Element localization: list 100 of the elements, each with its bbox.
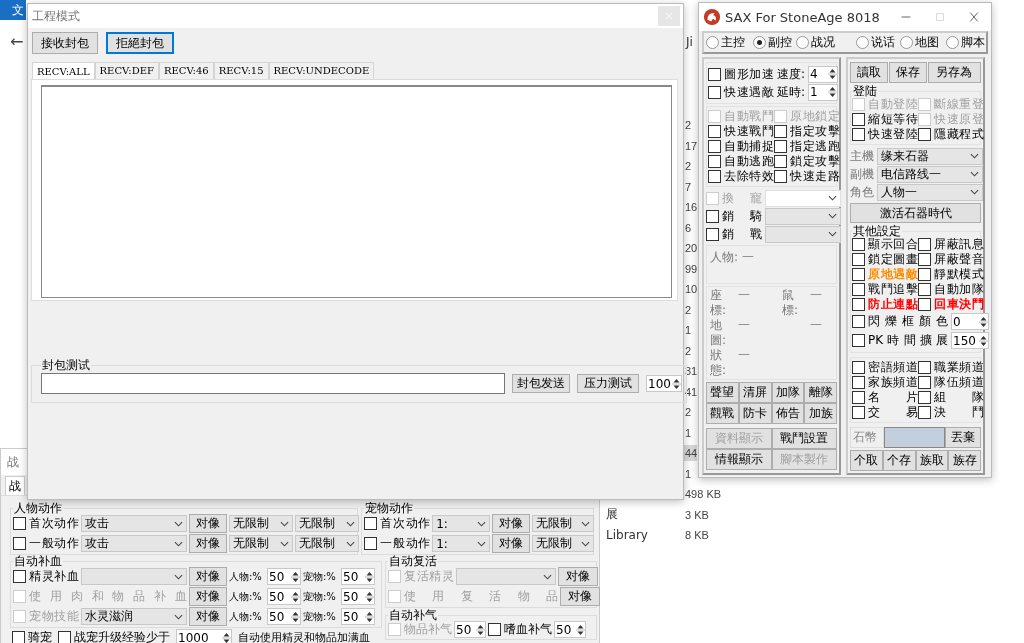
checkbox[interactable]: [852, 376, 865, 389]
checkbox[interactable]: [852, 361, 865, 374]
radio-button[interactable]: [856, 36, 869, 49]
dropdown[interactable]: 攻击: [81, 515, 187, 532]
dropdown[interactable]: 攻击: [81, 535, 187, 552]
action-button[interactable]: 加隊: [771, 382, 805, 403]
dropdown[interactable]: 1:: [432, 515, 491, 532]
target-button[interactable]: 对像: [492, 534, 531, 553]
column-header[interactable]: Ji: [686, 35, 693, 49]
radio-button[interactable]: [946, 36, 959, 49]
checkbox[interactable]: [918, 128, 931, 141]
checkbox[interactable]: [918, 238, 931, 251]
bank-button[interactable]: 族取: [915, 450, 949, 471]
panel-button[interactable]: 戰鬥設置: [771, 428, 837, 449]
spin-field[interactable]: 50: [267, 568, 301, 585]
checkbox[interactable]: [852, 113, 865, 126]
checkbox[interactable]: [774, 155, 787, 168]
spin-field[interactable]: 1000: [176, 629, 232, 643]
spin-field[interactable]: 100: [646, 375, 682, 392]
packet-button[interactable]: 接收封包: [32, 32, 98, 54]
dropdown[interactable]: 1:: [432, 535, 491, 552]
spin-field[interactable]: 50: [341, 568, 375, 585]
checkbox[interactable]: [918, 283, 931, 296]
spin-field[interactable]: 1: [808, 83, 839, 101]
tab[interactable]: RECV:DEF: [94, 62, 159, 79]
tab[interactable]: RECV:UNDECODE: [268, 62, 375, 79]
checkbox[interactable]: [918, 376, 931, 389]
checkbox[interactable]: [918, 361, 931, 374]
action-button[interactable]: 離隊: [804, 382, 837, 403]
action-button[interactable]: 觀戰: [706, 403, 739, 424]
tab[interactable]: RECV:15: [213, 62, 269, 79]
bank-button[interactable]: 个取: [850, 450, 883, 471]
target-button[interactable]: 对像: [189, 534, 227, 553]
discard-button[interactable]: 丟棄: [945, 427, 981, 448]
action-button[interactable]: 加族: [804, 403, 837, 424]
checkbox[interactable]: [852, 315, 865, 328]
coin-field[interactable]: [884, 427, 945, 448]
checkbox[interactable]: [488, 623, 501, 636]
checkbox[interactable]: [13, 537, 26, 550]
checkbox[interactable]: [708, 140, 721, 153]
dropdown[interactable]: 人物一: [877, 183, 983, 201]
checkbox[interactable]: [852, 253, 865, 266]
checkbox[interactable]: [58, 631, 71, 643]
file-button[interactable]: 另存為: [927, 62, 981, 83]
action-button[interactable]: 清屏: [738, 382, 772, 403]
send-button[interactable]: 封包发送: [512, 374, 570, 393]
dropdown[interactable]: 缘来石器: [877, 147, 983, 165]
checkbox[interactable]: [852, 298, 865, 311]
spin-field[interactable]: 150: [951, 332, 989, 349]
checkbox[interactable]: [852, 238, 865, 251]
panel-button[interactable]: 情報顯示: [706, 449, 772, 470]
tab[interactable]: RECV:ALL: [32, 62, 95, 79]
checkbox[interactable]: [12, 631, 25, 643]
action-button[interactable]: 聲望: [706, 382, 739, 403]
tab[interactable]: 战: [5, 476, 25, 495]
checkbox[interactable]: [918, 253, 931, 266]
checkbox[interactable]: [708, 155, 721, 168]
checkbox[interactable]: [708, 125, 721, 138]
target-button[interactable]: 对像: [189, 514, 227, 533]
checkbox[interactable]: [918, 268, 931, 281]
checkbox[interactable]: [706, 227, 719, 241]
checkbox[interactable]: [364, 517, 378, 530]
spin-field[interactable]: 50: [554, 621, 586, 638]
checkbox[interactable]: [706, 209, 719, 223]
tab[interactable]: RECV:46: [158, 62, 214, 79]
dropdown[interactable]: 电信路线一: [877, 165, 983, 183]
dropdown[interactable]: 无限制: [229, 535, 293, 552]
spin-field[interactable]: 4: [808, 65, 839, 83]
checkbox[interactable]: [918, 391, 931, 404]
checkbox[interactable]: [774, 140, 787, 153]
checkbox[interactable]: [13, 570, 26, 583]
action-button[interactable]: 防卡: [738, 403, 772, 424]
checkbox[interactable]: [852, 334, 865, 347]
checkbox[interactable]: [852, 391, 865, 404]
radio-button[interactable]: [706, 36, 719, 49]
dropdown[interactable]: 无限制: [295, 535, 359, 552]
checkbox[interactable]: [852, 406, 865, 419]
radio-button[interactable]: [753, 36, 766, 49]
checkbox[interactable]: [918, 406, 931, 419]
checkbox[interactable]: [852, 268, 865, 281]
stress-test-button[interactable]: 压力测试: [577, 374, 639, 393]
radio-button[interactable]: [900, 36, 913, 49]
back-arrow[interactable]: ←: [10, 32, 24, 51]
action-button[interactable]: 佈告: [771, 403, 805, 424]
input-field[interactable]: [41, 373, 505, 394]
checkbox[interactable]: [852, 128, 865, 141]
checkbox[interactable]: [774, 170, 787, 183]
checkbox[interactable]: [364, 537, 378, 550]
checkbox[interactable]: [13, 517, 26, 530]
packet-button[interactable]: 拒絕封包: [106, 32, 174, 54]
dropdown[interactable]: 无限制: [295, 515, 359, 532]
checkbox[interactable]: [708, 170, 721, 183]
file-button[interactable]: 讀取: [850, 62, 888, 83]
dropdown[interactable]: 无限制: [532, 515, 595, 532]
file-button[interactable]: 保存: [888, 62, 927, 83]
menu-tab[interactable]: 文: [0, 0, 26, 20]
activate-button[interactable]: 激活石器時代: [850, 203, 981, 223]
dropdown[interactable]: 无限制: [532, 535, 595, 552]
target-button[interactable]: 对像: [492, 514, 531, 533]
spin-field[interactable]: 0: [951, 313, 989, 330]
